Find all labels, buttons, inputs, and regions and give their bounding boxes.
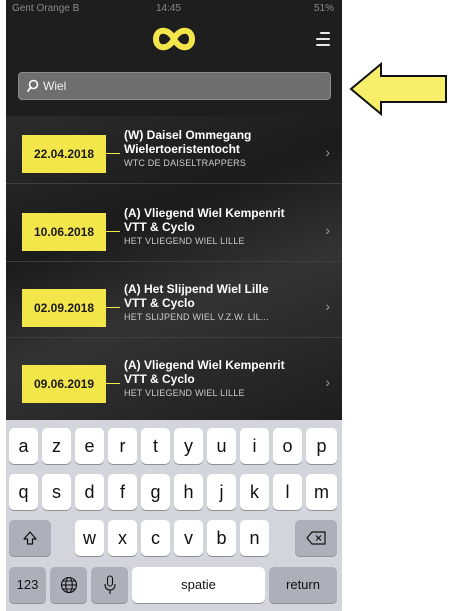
list-item[interactable]: 10.06.2018 (A) Vliegend Wiel Kempenrit V…	[6, 194, 342, 262]
key-r[interactable]: r	[108, 428, 137, 464]
event-title-line2: VTT & Cyclo	[124, 296, 195, 310]
key-y[interactable]: y	[174, 428, 203, 464]
list-item[interactable]: 22.04.2018 (W) Daisel Ommegang Wielertoe…	[6, 116, 342, 184]
status-bar: Gent Orange B 14:45 51%	[6, 0, 342, 18]
key-v[interactable]: v	[174, 520, 203, 556]
clock: 14:45	[156, 3, 182, 14]
menu-icon[interactable]	[316, 32, 330, 46]
date-badge: 02.09.2018	[22, 289, 106, 327]
key-b[interactable]: b	[207, 520, 236, 556]
return-key[interactable]: return	[269, 567, 337, 603]
key-s[interactable]: s	[42, 474, 71, 510]
chevron-right-icon: ›	[325, 374, 330, 390]
key-t[interactable]: t	[141, 428, 170, 464]
shift-icon	[23, 531, 37, 545]
event-title-line1: (A) Het Slijpend Wiel Lille	[124, 282, 269, 296]
key-p[interactable]: p	[306, 428, 337, 464]
battery-label: 51%	[313, 3, 334, 14]
logo-icon	[152, 27, 196, 51]
space-key[interactable]: spatie	[132, 567, 265, 603]
key-f[interactable]: f	[108, 474, 137, 510]
microphone-key[interactable]	[91, 567, 128, 603]
backspace-icon	[306, 531, 326, 545]
app-header	[6, 18, 342, 66]
key-z[interactable]: z	[42, 428, 71, 464]
search-icon	[27, 79, 39, 92]
event-title-line1: (A) Vliegend Wiel Kempenrit	[124, 358, 285, 372]
event-club: HET VLIEGEND WIEL LILLE	[124, 388, 245, 398]
key-h[interactable]: h	[174, 474, 203, 510]
key-n[interactable]: n	[240, 520, 269, 556]
key-g[interactable]: g	[141, 474, 170, 510]
key-q[interactable]: q	[9, 474, 38, 510]
event-title: (A) Het Slijpend Wiel Lille VTT & Cyclo	[124, 282, 320, 310]
phone-screen: Gent Orange B 14:45 51% Wiel 22.04.2018 …	[6, 0, 342, 611]
connector-line	[106, 383, 120, 384]
chevron-right-icon: ›	[325, 144, 330, 160]
key-x[interactable]: x	[108, 520, 137, 556]
key-i[interactable]: i	[240, 428, 269, 464]
search-field[interactable]: Wiel	[18, 72, 331, 100]
keyboard: a z e r t y u i o p q s d f g h j k l m …	[6, 420, 342, 611]
date-badge: 22.04.2018	[22, 135, 106, 173]
shift-key[interactable]	[9, 520, 51, 556]
list-item[interactable]: 09.06.2019 (A) Vliegend Wiel Kempenrit V…	[6, 346, 342, 414]
date-badge: 09.06.2019	[22, 365, 106, 403]
event-title: (A) Vliegend Wiel Kempenrit VTT & Cyclo	[124, 358, 320, 386]
microphone-icon	[103, 575, 116, 594]
key-a[interactable]: a	[9, 428, 38, 464]
key-e[interactable]: e	[75, 428, 104, 464]
key-m[interactable]: m	[306, 474, 337, 510]
key-l[interactable]: l	[273, 474, 302, 510]
connector-line	[106, 307, 120, 308]
chevron-right-icon: ›	[325, 222, 330, 238]
key-w[interactable]: w	[75, 520, 104, 556]
key-j[interactable]: j	[207, 474, 236, 510]
carrier-label: Gent Orange B	[12, 3, 80, 14]
event-title: (W) Daisel Ommegang Wielertoeristentocht	[124, 128, 320, 156]
event-club: HET VLIEGEND WIEL LILLE	[124, 236, 245, 246]
arrow-icon	[349, 61, 447, 117]
search-input-value[interactable]: Wiel	[43, 79, 66, 93]
key-u[interactable]: u	[207, 428, 236, 464]
backspace-key[interactable]	[295, 520, 337, 556]
numbers-key[interactable]: 123	[9, 567, 46, 603]
event-title-line1: (W) Daisel Ommegang	[124, 128, 252, 142]
chevron-right-icon: ›	[325, 298, 330, 314]
connector-line	[106, 153, 120, 154]
list-item[interactable]: 02.09.2018 (A) Het Slijpend Wiel Lille V…	[6, 270, 342, 338]
event-club: WTC DE DAISELTRAPPERS	[124, 158, 247, 168]
event-title-line2: VTT & Cyclo	[124, 372, 195, 386]
event-title-line1: (A) Vliegend Wiel Kempenrit	[124, 206, 285, 220]
key-d[interactable]: d	[75, 474, 104, 510]
date-badge: 10.06.2018	[22, 213, 106, 251]
event-list: 22.04.2018 (W) Daisel Ommegang Wielertoe…	[6, 116, 342, 420]
event-title: (A) Vliegend Wiel Kempenrit VTT & Cyclo	[124, 206, 320, 234]
globe-key[interactable]	[50, 567, 87, 603]
key-o[interactable]: o	[273, 428, 302, 464]
event-title-line2: Wielertoeristentocht	[124, 142, 240, 156]
event-club: HET SLIJPEND WIEL V.Z.W. LIL...	[124, 312, 269, 322]
connector-line	[106, 231, 120, 232]
key-k[interactable]: k	[240, 474, 269, 510]
event-title-line2: VTT & Cyclo	[124, 220, 195, 234]
key-c[interactable]: c	[141, 520, 170, 556]
globe-icon	[60, 576, 77, 594]
